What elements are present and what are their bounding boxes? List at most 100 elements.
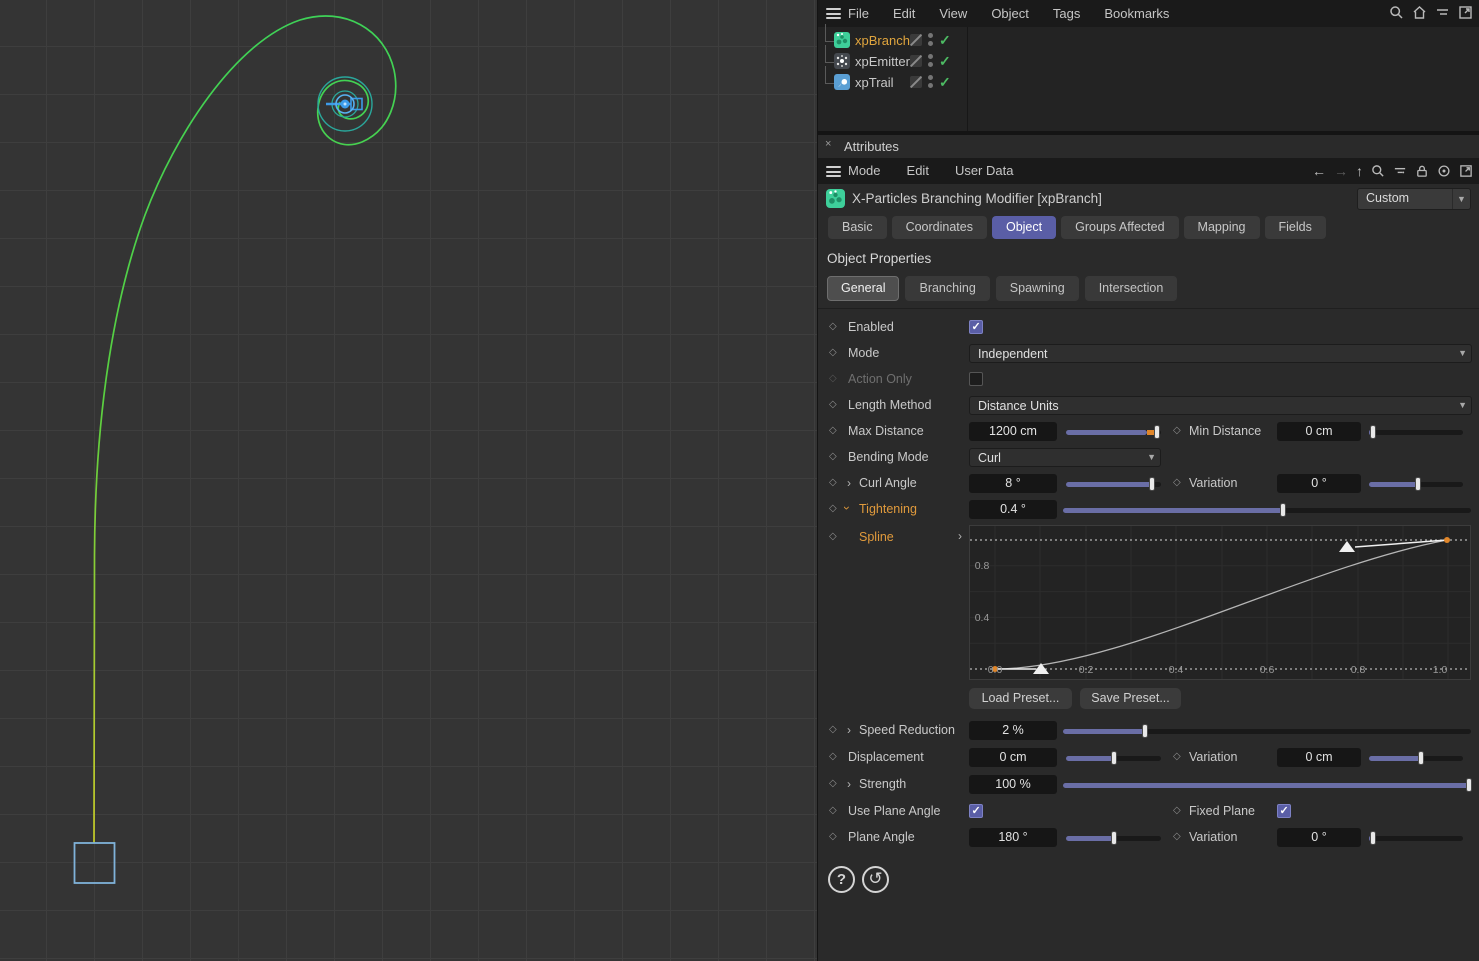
menu-user-data[interactable]: User Data [955,163,1014,178]
length-method-dropdown[interactable]: Distance Units ▼ [969,396,1472,415]
search-icon[interactable] [1371,164,1385,178]
viewport-3d[interactable] [0,0,817,961]
object-row-xpemitter[interactable]: xpEmitter ✓ [818,45,966,72]
fixed-plane-checkbox[interactable] [1277,804,1291,818]
menu-tags[interactable]: Tags [1053,6,1080,21]
tab-general[interactable]: General [827,276,900,301]
tightening-input[interactable]: 0.4 ° [969,500,1057,519]
anim-key-icon[interactable]: ◇ [829,451,837,462]
anim-key-icon[interactable]: ◇ [1173,751,1181,762]
bending-mode-dropdown[interactable]: Curl ▼ [969,448,1161,467]
use-plane-angle-checkbox[interactable] [969,804,983,818]
anim-key-icon[interactable]: ◇ [1173,425,1181,436]
anim-key-icon[interactable]: ◇ [829,831,837,842]
close-icon[interactable]: × [825,138,831,150]
anim-key-icon[interactable]: ◇ [829,477,837,488]
anim-key-icon[interactable]: ◇ [829,751,837,762]
track-target-icon[interactable] [1437,164,1451,178]
menu-mode[interactable]: Mode [848,163,881,178]
plane-variation-slider[interactable] [1369,831,1463,845]
expand-chevron-icon[interactable]: › [847,777,851,791]
detach-panel-icon[interactable] [1458,5,1473,20]
curl-angle-input[interactable]: 8 ° [969,474,1057,493]
hamburger-menu-icon[interactable] [826,166,841,177]
visibility-dots[interactable] [928,54,933,67]
anim-key-icon[interactable]: ◇ [1173,805,1181,816]
tab-branching[interactable]: Branching [905,276,990,301]
object-row-xptrail[interactable]: xpTrail ✓ [818,66,966,93]
menu-edit[interactable]: Edit [893,6,915,21]
speed-reduction-slider[interactable] [1063,724,1471,738]
tab-basic[interactable]: Basic [828,216,887,239]
home-icon[interactable] [1412,5,1427,20]
layer-toggle[interactable] [910,76,922,88]
speed-reduction-input[interactable]: 2 % [969,721,1057,740]
max-distance-slider[interactable] [1066,425,1161,439]
load-preset-button[interactable]: Load Preset... [969,688,1072,709]
action-only-checkbox[interactable] [969,372,983,386]
displacement-variation-slider[interactable] [1369,751,1463,765]
anim-key-icon[interactable]: ◇ [829,399,837,410]
anim-key-icon[interactable]: ◇ [829,724,837,735]
forward-arrow-icon[interactable]: → [1334,163,1348,179]
expand-chevron-icon[interactable]: › [847,723,851,737]
object-name[interactable]: xpBranch [855,33,910,48]
anim-key-icon[interactable]: ◇ [829,321,837,332]
plane-variation-input[interactable]: 0 ° [1277,828,1361,847]
collapse-chevron-icon[interactable]: › [840,506,854,510]
anim-key-icon[interactable]: ◇ [829,778,837,789]
curl-angle-slider[interactable] [1066,477,1161,491]
enabled-checkbox[interactable] [969,320,983,334]
enabled-check-icon[interactable]: ✓ [939,74,951,91]
menu-object[interactable]: Object [991,6,1029,21]
anim-key-icon[interactable]: ◇ [829,347,837,358]
object-name[interactable]: xpTrail [855,75,894,90]
max-distance-input[interactable]: 1200 cm [969,422,1057,441]
spline-point-end[interactable] [1444,537,1450,543]
displacement-variation-input[interactable]: 0 cm [1277,748,1361,767]
min-distance-slider[interactable] [1369,425,1463,439]
help-icon[interactable]: ? [828,866,855,893]
tightening-slider[interactable] [1063,503,1471,517]
anim-key-icon[interactable]: ◇ [829,531,837,542]
menu-edit[interactable]: Edit [907,163,929,178]
tab-coordinates[interactable]: Coordinates [891,216,987,239]
preset-dropdown[interactable]: Custom ▼ [1357,188,1471,210]
square-spline[interactable] [73,842,116,884]
menu-bookmarks[interactable]: Bookmarks [1104,6,1169,21]
enabled-check-icon[interactable]: ✓ [939,53,951,70]
layer-toggle[interactable] [910,55,922,67]
anim-key-icon[interactable]: ◇ [1173,477,1181,488]
expand-chevron-icon[interactable]: › [847,476,851,490]
up-arrow-icon[interactable]: ↑ [1356,163,1363,179]
anim-key-icon[interactable]: ◇ [829,425,837,436]
emitter-gizmo[interactable] [317,76,373,132]
anim-key-icon[interactable]: ◇ [1173,831,1181,842]
visibility-dots[interactable] [928,75,933,88]
spline-curve-editor[interactable]: 0.8 0.4 0.0 0.2 0.4 0.6 0.8 1.0 [969,525,1471,680]
lock-icon[interactable] [1415,164,1429,178]
anim-key-icon[interactable]: ◇ [829,805,837,816]
spline-expand-chevron-icon[interactable]: › [958,529,962,543]
tab-fields[interactable]: Fields [1264,216,1326,239]
end-tangent-handle[interactable] [1339,541,1355,552]
new-window-icon[interactable] [1459,164,1473,178]
mode-dropdown[interactable]: Independent ▼ [969,344,1472,363]
menu-view[interactable]: View [939,6,967,21]
anim-key-icon[interactable]: ◇ [829,503,837,514]
save-preset-button[interactable]: Save Preset... [1080,688,1181,709]
filter-icon[interactable] [1393,164,1407,178]
back-arrow-icon[interactable]: ← [1312,163,1326,179]
hamburger-menu-icon[interactable] [826,8,841,19]
object-row-xpbranch[interactable]: xpBranch ✓ [818,24,966,51]
strength-input[interactable]: 100 % [969,775,1057,794]
tab-intersection[interactable]: Intersection [1084,276,1178,301]
curl-variation-input[interactable]: 0 ° [1277,474,1361,493]
layer-toggle[interactable] [910,34,922,46]
tab-groups-affected[interactable]: Groups Affected [1061,216,1179,239]
tab-spawning[interactable]: Spawning [995,276,1079,301]
strength-slider[interactable] [1063,778,1472,792]
curl-variation-slider[interactable] [1369,477,1463,491]
enabled-check-icon[interactable]: ✓ [939,32,951,49]
displacement-input[interactable]: 0 cm [969,748,1057,767]
